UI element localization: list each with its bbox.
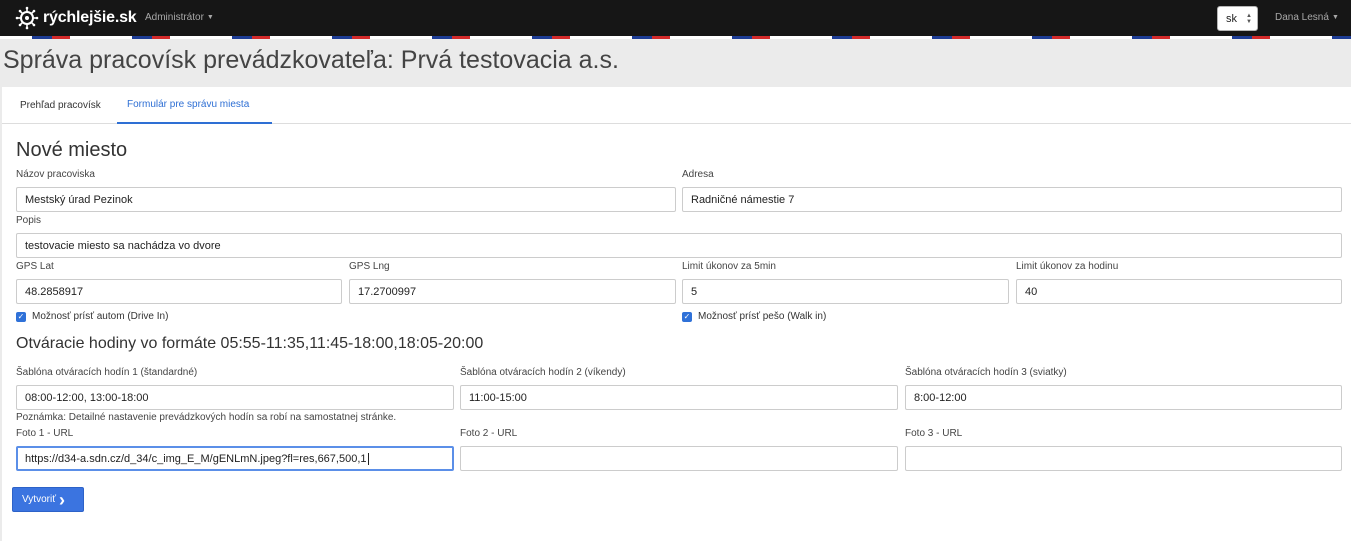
text-cursor: [367, 452, 369, 465]
photo2-label: Foto 2 - URL: [460, 428, 518, 439]
photo1-input[interactable]: https://d34-a.sdn.cz/d_34/c_img_E_M/gENL…: [16, 446, 454, 471]
admin-menu[interactable]: Administrátor ▼: [145, 12, 214, 23]
description-input[interactable]: testovacie miesto sa nachádza vo dvore: [16, 233, 1342, 258]
checkmark-icon: ✓: [683, 312, 691, 321]
user-menu[interactable]: Dana Lesná ▼: [1275, 12, 1339, 23]
decorative-flag-stripe: [0, 36, 1351, 39]
photo3-label: Foto 3 - URL: [905, 428, 963, 439]
photo1-value: https://d34-a.sdn.cz/d_34/c_img_E_M/gENL…: [25, 452, 367, 465]
limit-hour-input[interactable]: 40: [1016, 279, 1342, 304]
page-title: Správa pracovísk prevádzkovateľa: Prvá t…: [3, 46, 619, 74]
gps-lat-label: GPS Lat: [16, 261, 54, 272]
photo3-input[interactable]: [905, 446, 1342, 471]
template2-input[interactable]: 11:00-15:00: [460, 385, 898, 410]
tab-bar: Prehľad pracovísk Formulár pre správu mi…: [2, 87, 1351, 124]
template3-label: Šablóna otváracích hodín 3 (sviatky): [905, 367, 1067, 378]
form-title: Nové miesto: [16, 139, 128, 161]
template1-input[interactable]: 08:00-12:00, 13:00-18:00: [16, 385, 454, 410]
address-input[interactable]: Radničné námestie 7: [682, 187, 1342, 212]
tab-form[interactable]: Formulár pre správu miesta: [117, 87, 272, 124]
checkmark-icon: ✓: [17, 312, 25, 321]
chevron-right-icon: ›: [58, 489, 65, 510]
limit-5min-label: Limit úkonov za 5min: [682, 261, 776, 272]
name-input[interactable]: Mestský úrad Pezinok: [16, 187, 676, 212]
template1-label: Šablóna otváracích hodín 1 (štandardné): [16, 367, 198, 378]
language-select[interactable]: sk ▲ ▼: [1217, 6, 1258, 31]
main-panel: Prehľad pracovísk Formulár pre správu mi…: [2, 87, 1351, 541]
brand-name: rýchlejšie.sk: [43, 9, 137, 26]
admin-menu-label: Administrátor: [145, 12, 204, 23]
photo1-label: Foto 1 - URL: [16, 428, 74, 439]
tab-overview[interactable]: Prehľad pracovísk: [10, 87, 111, 124]
template2-label: Šablóna otváracích hodín 2 (víkendy): [460, 367, 626, 378]
walk-in-label[interactable]: Možnosť prísť pešo (Walk in): [698, 311, 826, 322]
hours-note: Poznámka: Detailné nastavenie prevádzkov…: [16, 412, 397, 423]
limit-hour-label: Limit úkonov za hodinu: [1016, 261, 1119, 272]
gps-lng-input[interactable]: 17.2700997: [349, 279, 676, 304]
create-button[interactable]: Vytvoriť ›: [12, 487, 84, 512]
caret-down-icon: ▼: [1331, 14, 1339, 21]
template3-input[interactable]: 8:00-12:00: [905, 385, 1342, 410]
address-label: Adresa: [682, 169, 714, 180]
walk-in-checkbox[interactable]: ✓: [682, 312, 692, 322]
description-label: Popis: [16, 215, 42, 226]
language-value: sk: [1226, 12, 1237, 25]
select-arrows-icon: ▲ ▼: [1246, 13, 1252, 25]
caret-down-icon: ▼: [206, 14, 214, 21]
gps-lng-label: GPS Lng: [349, 261, 390, 272]
gps-lat-input[interactable]: 48.2858917: [16, 279, 342, 304]
drive-in-label[interactable]: Možnosť prísť autom (Drive In): [32, 311, 168, 322]
user-menu-label: Dana Lesná: [1275, 12, 1329, 23]
photo2-input[interactable]: [460, 446, 898, 471]
opening-hours-title: Otváracie hodiny vo formáte 05:55-11:35,…: [16, 335, 484, 352]
top-navbar: rýchlejšie.sk Administrátor ▼ sk ▲ ▼ Dana…: [0, 0, 1351, 36]
create-button-label: Vytvoriť: [22, 494, 56, 505]
name-label: Názov pracoviska: [16, 169, 95, 180]
limit-5min-input[interactable]: 5: [682, 279, 1009, 304]
virus-logo-icon: [15, 6, 39, 30]
brand-logo[interactable]: rýchlejšie.sk: [15, 5, 137, 31]
drive-in-checkbox[interactable]: ✓: [16, 312, 26, 322]
